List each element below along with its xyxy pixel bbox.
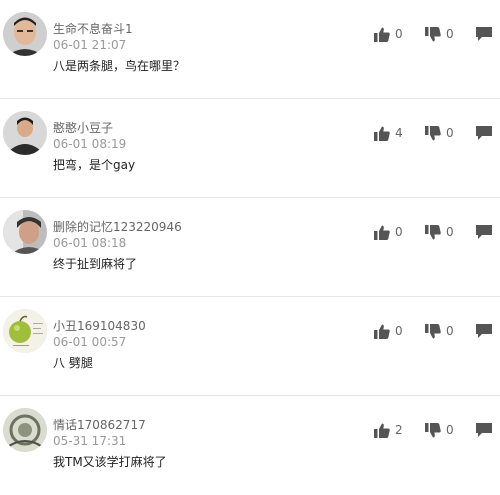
comment-actions: 0 0 <box>374 25 492 43</box>
dislike-button[interactable]: 0 <box>425 26 454 42</box>
comment-list: 生命不息奋斗1 06-01 21:07 八是两条腿，鸟在哪里？ 0 0 憨憨小豆… <box>0 0 500 488</box>
avatar[interactable] <box>3 210 47 254</box>
comment-item: 小丑169104830 06-01 00:57 八 劈腿 0 0 <box>0 297 500 396</box>
comment-bubble-icon <box>476 225 492 239</box>
dislike-count: 0 <box>446 225 454 239</box>
username[interactable]: 憨憨小豆子 <box>53 121 113 135</box>
comment-bubble-icon <box>476 126 492 140</box>
dislike-count: 0 <box>446 27 454 41</box>
like-button[interactable]: 4 <box>374 126 403 141</box>
user-photo-icon <box>3 111 47 155</box>
comment-actions: 0 0 <box>374 322 492 340</box>
reply-button[interactable] <box>476 423 492 437</box>
like-button[interactable]: 0 <box>374 27 403 42</box>
dislike-count: 0 <box>446 324 454 338</box>
like-button[interactable]: 2 <box>374 423 403 438</box>
thumbs-down-icon <box>425 422 441 437</box>
thumbs-up-icon <box>374 225 390 240</box>
comment-item: 情话170862717 05-31 17:31 我TM又该学打麻将了 2 0 <box>0 396 500 495</box>
username[interactable]: 删除的记忆123220946 <box>53 220 182 234</box>
user-photo-icon <box>3 309 47 353</box>
like-button[interactable]: 0 <box>374 225 403 240</box>
comment-item: 生命不息奋斗1 06-01 21:07 八是两条腿，鸟在哪里？ 0 0 <box>0 0 500 99</box>
reply-button[interactable] <box>476 27 492 41</box>
comment-text: 终于扯到麻将了 <box>53 257 138 271</box>
thumbs-up-icon <box>374 126 390 141</box>
comment-text: 把弯，是个gay <box>53 158 136 172</box>
thumbs-up-icon <box>374 423 390 438</box>
thumbs-up-icon <box>374 324 390 339</box>
avatar[interactable] <box>3 408 47 452</box>
comment-actions: 0 0 <box>374 223 492 241</box>
timestamp: 06-01 08:18 <box>53 236 127 250</box>
comment-item: 删除的记忆123220946 06-01 08:18 终于扯到麻将了 0 0 <box>0 198 500 297</box>
comment-item: 憨憨小豆子 06-01 08:19 把弯，是个gay 4 0 <box>0 99 500 198</box>
dislike-button[interactable]: 0 <box>425 224 454 240</box>
like-count: 4 <box>395 126 403 140</box>
timestamp: 06-01 08:19 <box>53 137 127 151</box>
timestamp: 05-31 17:31 <box>53 434 127 448</box>
comment-actions: 4 0 <box>374 124 492 142</box>
dislike-button[interactable]: 0 <box>425 422 454 438</box>
reply-button[interactable] <box>476 126 492 140</box>
comment-bubble-icon <box>476 324 492 338</box>
comment-text: 八 劈腿 <box>53 356 93 370</box>
thumbs-down-icon <box>425 26 441 41</box>
like-count: 0 <box>395 324 403 338</box>
dislike-count: 0 <box>446 126 454 140</box>
timestamp: 06-01 00:57 <box>53 335 127 349</box>
comment-text: 我TM又该学打麻将了 <box>53 455 167 469</box>
dislike-button[interactable]: 0 <box>425 125 454 141</box>
like-button[interactable]: 0 <box>374 324 403 339</box>
user-photo-icon <box>3 210 47 254</box>
comment-bubble-icon <box>476 27 492 41</box>
comment-bubble-icon <box>476 423 492 437</box>
like-count: 2 <box>395 423 403 437</box>
dislike-count: 0 <box>446 423 454 437</box>
user-photo-icon <box>3 408 47 452</box>
thumbs-down-icon <box>425 224 441 239</box>
avatar[interactable] <box>3 111 47 155</box>
thumbs-down-icon <box>425 323 441 338</box>
comment-actions: 2 0 <box>374 421 492 439</box>
username[interactable]: 情话170862717 <box>53 418 146 432</box>
like-count: 0 <box>395 27 403 41</box>
avatar[interactable] <box>3 309 47 353</box>
reply-button[interactable] <box>476 324 492 338</box>
avatar[interactable] <box>3 12 47 56</box>
user-photo-icon <box>3 12 47 56</box>
username[interactable]: 小丑169104830 <box>53 319 146 333</box>
like-count: 0 <box>395 225 403 239</box>
comment-text: 八是两条腿，鸟在哪里？ <box>53 59 186 73</box>
thumbs-up-icon <box>374 27 390 42</box>
dislike-button[interactable]: 0 <box>425 323 454 339</box>
timestamp: 06-01 21:07 <box>53 38 127 52</box>
reply-button[interactable] <box>476 225 492 239</box>
thumbs-down-icon <box>425 125 441 140</box>
username[interactable]: 生命不息奋斗1 <box>53 22 133 36</box>
